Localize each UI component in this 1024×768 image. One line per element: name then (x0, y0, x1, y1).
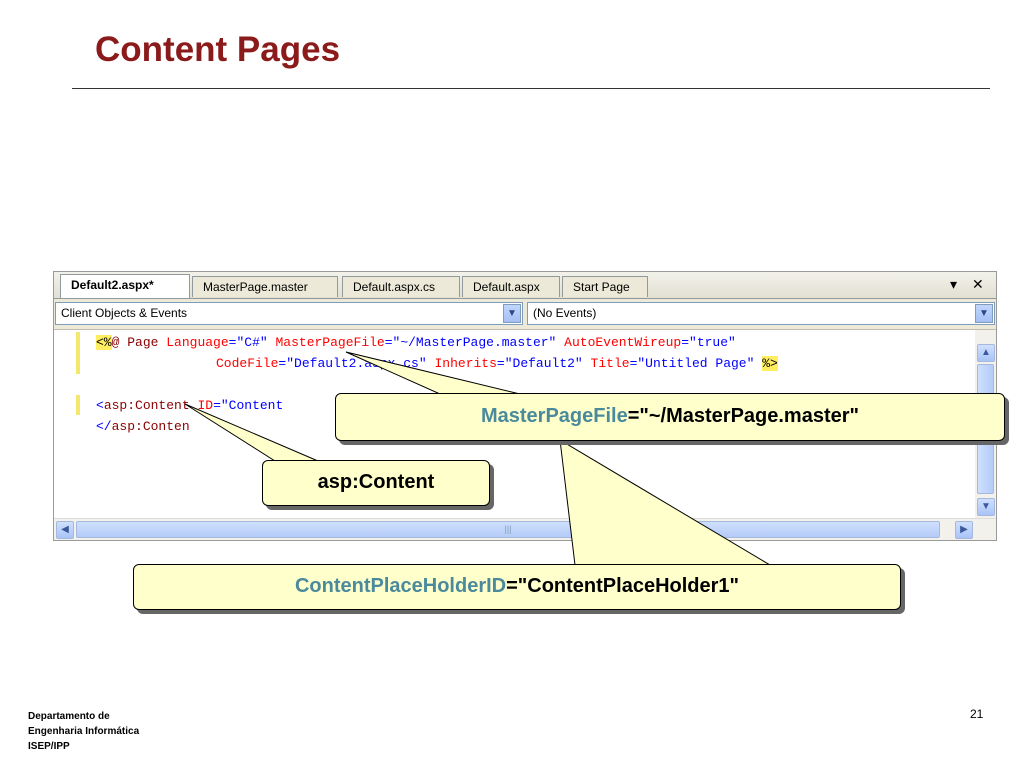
callout-pointers (184, 351, 772, 566)
page-number: 21 (970, 707, 984, 721)
callout-text: ="ContentPlaceHolder1" (506, 575, 740, 597)
contentplaceholderid-callout: ContentPlaceHolderID="ContentPlaceHolder… (133, 564, 901, 610)
footer-line: Engenharia Informática (28, 726, 140, 737)
asp-content-callout: asp:Content (262, 460, 490, 506)
content-callout-pointer (184, 403, 319, 462)
callout-text: ="~/MasterPage.master" (627, 405, 860, 427)
masterpage-callout-pointer (345, 351, 521, 395)
footer-line: Departamento de (28, 711, 110, 722)
masterpagefile-callout: MasterPageFile="~/MasterPage.master" (335, 393, 1005, 441)
placeholder-callout-pointer (559, 439, 772, 566)
callout-highlight: ContentPlaceHolderID (294, 575, 507, 597)
footer-line: ISEP/IPP (28, 741, 70, 752)
callout-highlight: MasterPageFile (480, 405, 628, 427)
department-footer: Departamento de Engenharia Informática I… (28, 709, 139, 754)
